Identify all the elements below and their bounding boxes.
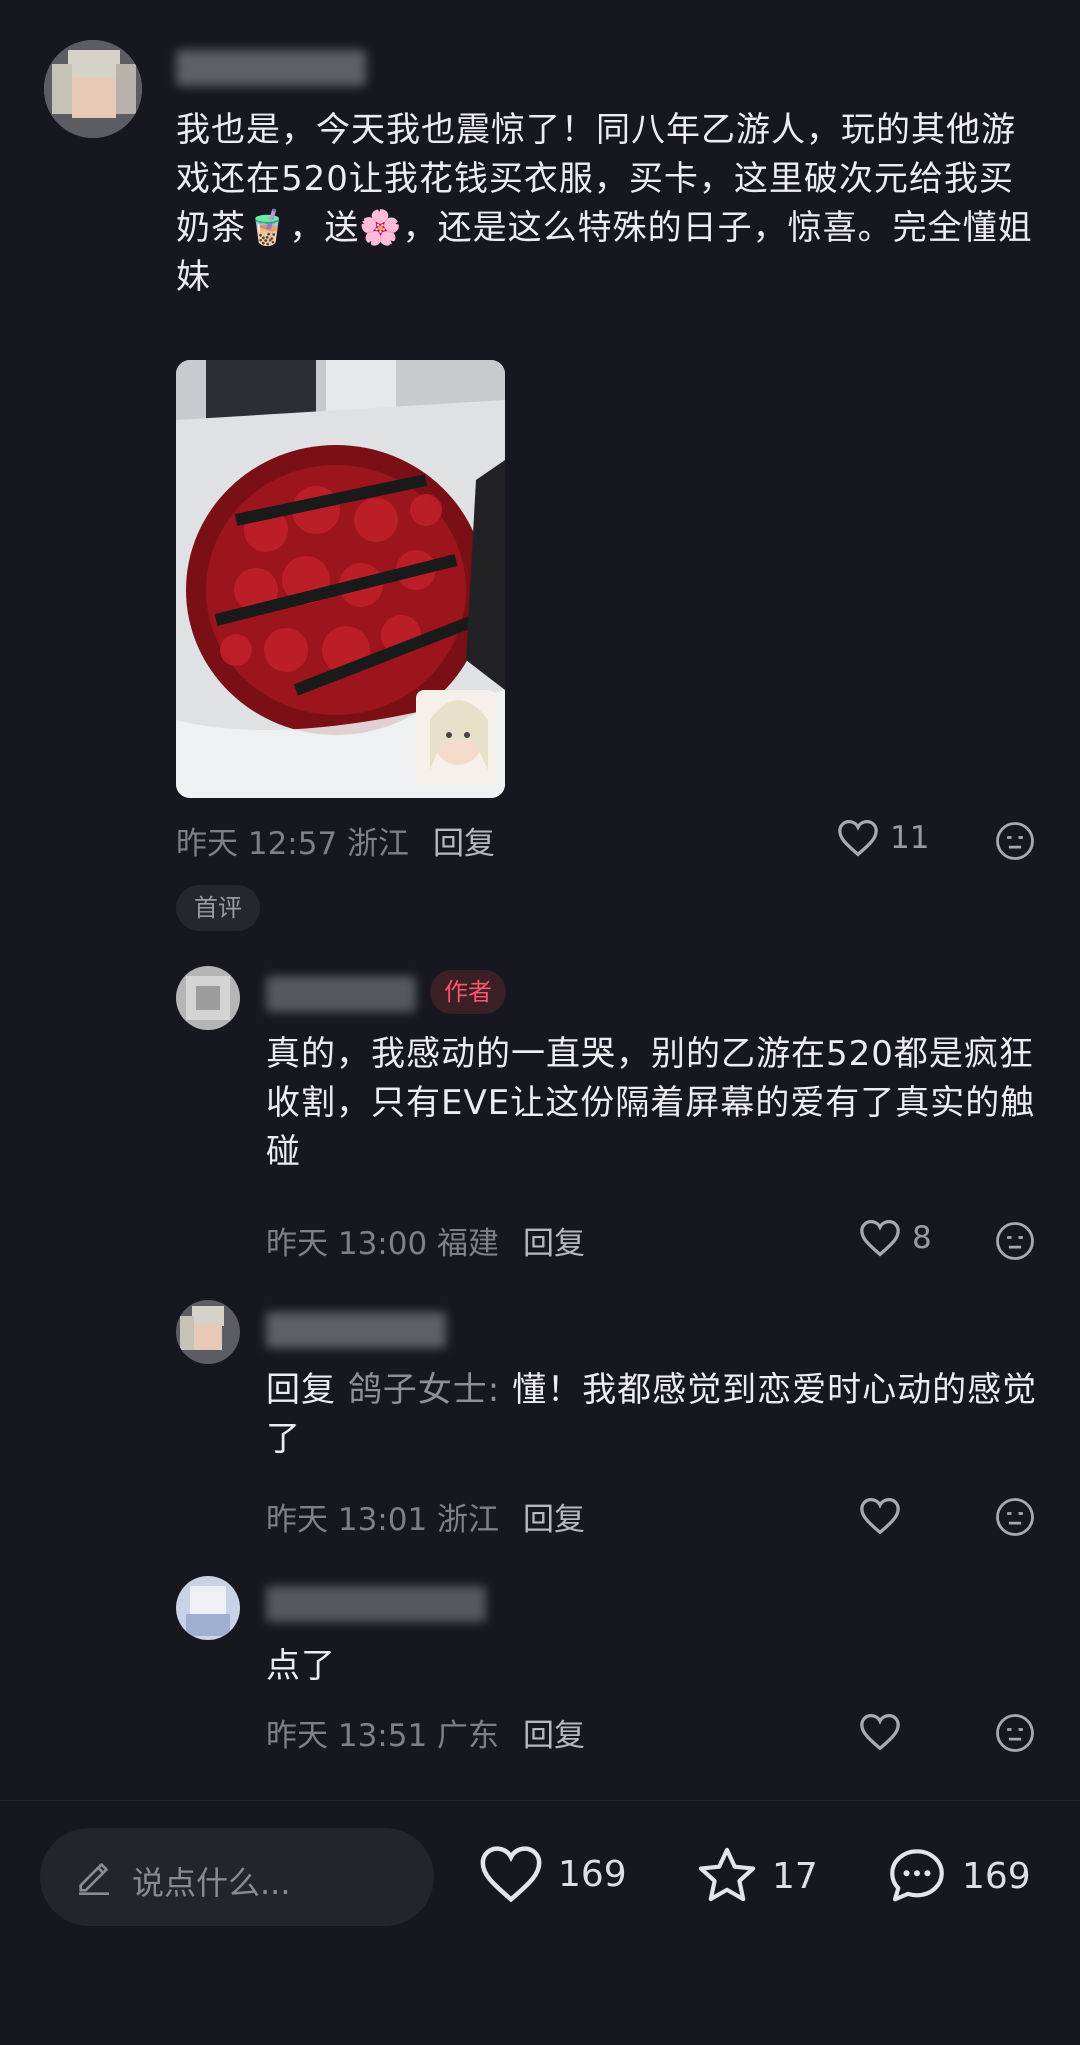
comment-time: 昨天 13:51 广东	[266, 1718, 500, 1754]
comment-meta: 昨天 13:00 福建 回复	[266, 1218, 585, 1263]
chat-bubble-icon	[890, 1849, 944, 1902]
comment-input-placeholder: 说点什么...	[132, 1864, 291, 1902]
reply-button[interactable]: 回复	[433, 826, 495, 862]
post-like-count: 169	[558, 1853, 627, 1895]
avatar[interactable]	[176, 1300, 240, 1364]
username[interactable]	[176, 50, 366, 86]
comment-time: 昨天 12:57 浙江	[176, 826, 410, 862]
favorite-button[interactable]: 17	[694, 1843, 818, 1909]
comment-time: 昨天 13:00 福建	[266, 1226, 500, 1262]
comment-meta: 昨天 13:01 浙江 回复	[266, 1494, 585, 1539]
first-comment-tag: 首评	[176, 885, 260, 931]
comment-text: 回复 鸽子女士: 懂！我都感觉到恋爱时心动的感觉了	[266, 1366, 1046, 1464]
favorite-count: 17	[772, 1855, 818, 1897]
like-button[interactable]: 11	[836, 818, 929, 858]
username[interactable]	[266, 976, 416, 1012]
avatar[interactable]	[176, 1576, 240, 1640]
comment-text: 真的，我感动的一直哭，别的乙游在520都是疯狂收割，只有EVE让这份隔着屏幕的爱…	[266, 1034, 1036, 1172]
comment-meta: 昨天 13:51 广东 回复	[266, 1710, 585, 1755]
reply-target[interactable]: 鸽子女士:	[348, 1370, 500, 1410]
star-icon	[698, 1847, 756, 1902]
comment-text: 我也是，今天我也震惊了！同八年乙游人，玩的其他游戏还在520让我花钱买衣服，买卡…	[176, 110, 1033, 297]
comment-meta: 昨天 12:57 浙江 回复	[176, 818, 495, 863]
like-post-button[interactable]: 169	[476, 1843, 627, 1905]
dislike-face-icon[interactable]	[994, 1220, 1036, 1262]
author-badge: 作者	[430, 970, 506, 1014]
comment-text: 点了	[266, 1646, 336, 1686]
heart-icon[interactable]	[858, 1496, 902, 1536]
comment-count: 169	[962, 1855, 1031, 1897]
dislike-face-icon[interactable]	[994, 1712, 1036, 1754]
dislike-face-icon[interactable]	[994, 820, 1036, 862]
comments-button[interactable]: 169	[884, 1843, 1031, 1909]
comment-photo[interactable]	[176, 360, 505, 798]
dislike-face-icon[interactable]	[994, 1496, 1036, 1538]
reply-button[interactable]: 回复	[523, 1502, 585, 1538]
username[interactable]	[266, 1586, 486, 1622]
bouquet-image	[176, 360, 505, 798]
like-count: 11	[890, 820, 930, 856]
pencil-icon	[79, 1863, 109, 1895]
reply-button[interactable]: 回复	[523, 1226, 585, 1262]
like-button[interactable]: 8	[858, 1218, 932, 1258]
like-count: 8	[912, 1220, 932, 1256]
reply-button[interactable]: 回复	[523, 1718, 585, 1754]
heart-icon	[838, 819, 878, 857]
bottom-action-bar: 说点什么... 169 17 169	[0, 1800, 1080, 2045]
heart-icon	[860, 1219, 900, 1257]
username[interactable]	[266, 1312, 446, 1348]
heart-icon	[480, 1846, 542, 1903]
heart-icon[interactable]	[858, 1712, 902, 1752]
comment-input[interactable]: 说点什么...	[40, 1828, 434, 1926]
comment-time: 昨天 13:01 浙江	[266, 1502, 500, 1538]
avatar[interactable]	[176, 966, 240, 1030]
reply-prefix: 回复	[266, 1370, 336, 1410]
avatar[interactable]	[44, 40, 142, 138]
